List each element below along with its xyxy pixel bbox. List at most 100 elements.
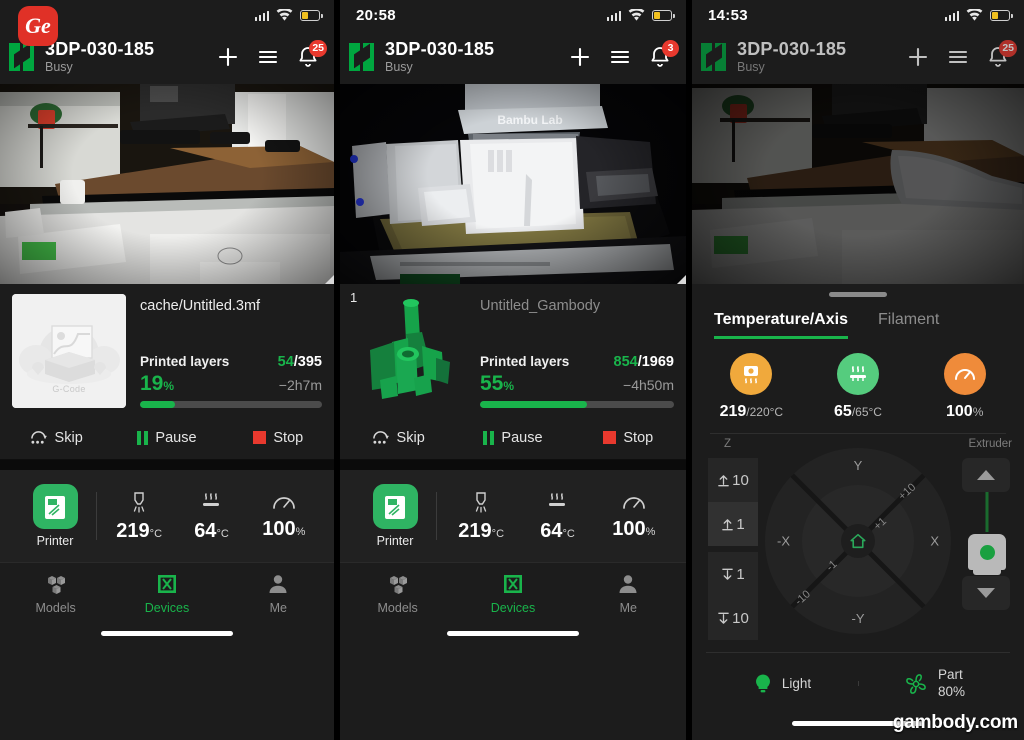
extruder-up-button[interactable] — [962, 458, 1010, 492]
status-clock: 20:58 — [356, 6, 396, 24]
notification-badge: 25 — [309, 40, 327, 57]
add-button[interactable] — [906, 45, 930, 69]
job-file-name: Untitled_Gambody — [480, 298, 601, 314]
menu-button[interactable] — [608, 45, 632, 69]
pause-button[interactable]: Pause — [455, 430, 570, 446]
printer-button[interactable]: Printer — [14, 484, 96, 548]
app-header: 3DP-030-185 Busy 25 — [692, 30, 1024, 84]
tab-me[interactable]: Me — [223, 572, 334, 615]
camera-resize-corner[interactable] — [325, 275, 334, 284]
phone-panel-2: 20:58 3DP-030-185 Busy 3 1 Untitled_Gamb… — [340, 0, 686, 740]
arrow-up-line-icon — [718, 474, 729, 486]
tab-devices[interactable]: Devices — [455, 572, 570, 615]
stats-bar: Printer 219°C 64°C 100% — [340, 470, 686, 562]
stat-speed[interactable]: 100% — [596, 491, 672, 541]
z-up-1-label: 1 — [736, 515, 745, 533]
dial-nozzle[interactable]: 219/220°C — [698, 353, 805, 421]
skip-button[interactable]: Skip — [0, 430, 111, 446]
camera-view[interactable]: Bambu Lab — [340, 84, 686, 284]
device-state: Busy — [737, 59, 765, 74]
add-button[interactable] — [216, 45, 240, 69]
job-layers-value: 854/1969 — [614, 354, 675, 370]
tab-me-label: Me — [619, 601, 637, 615]
stat-bed[interactable]: 64°C — [519, 491, 595, 541]
jog-y-plus-label: Y — [853, 458, 863, 473]
menu-button[interactable] — [256, 45, 280, 69]
home-axis-button[interactable] — [841, 524, 875, 558]
notification-badge: 25 — [999, 40, 1017, 57]
extruder-down-button[interactable] — [962, 576, 1010, 610]
job-actions: Skip Pause Stop — [0, 416, 334, 460]
camera-view[interactable] — [0, 84, 334, 284]
device-title-block[interactable]: 3DP-030-185 Busy — [737, 39, 906, 75]
pause-label: Pause — [155, 429, 197, 446]
fan-icon — [906, 673, 926, 694]
stat-bed-value: 64°C — [540, 520, 575, 542]
stat-bed[interactable]: 64°C — [175, 491, 247, 541]
tab-devices[interactable]: Devices — [111, 572, 222, 615]
job-thumbnail[interactable] — [352, 294, 466, 408]
part-fan-control[interactable]: Part 80% — [858, 667, 1010, 701]
stop-label: Stop — [623, 429, 654, 446]
bambu-logo-icon — [700, 43, 728, 71]
tab-models-label: Models — [35, 601, 76, 615]
job-thumbnail[interactable]: G-Code — [12, 294, 126, 408]
job-layers-row: Printed layers 54/395 — [140, 354, 322, 370]
menu-button[interactable] — [946, 45, 970, 69]
model-preview-icon — [370, 299, 450, 399]
tab-temperature-axis[interactable]: Temperature/Axis — [714, 311, 848, 339]
device-title-block[interactable]: 3DP-030-185 Busy — [45, 39, 216, 75]
fan-label-block: Part 80% — [938, 667, 965, 701]
xy-jog-pad[interactable]: Y -Y X -X +10 +1 -1 -10 — [765, 448, 951, 634]
extruder-nozzle-icon — [962, 492, 1012, 575]
status-bar: 14:53 — [692, 0, 1024, 30]
light-toggle[interactable]: Light — [706, 673, 858, 695]
home-icon — [850, 533, 866, 549]
z-down-1-button[interactable]: 1 — [708, 552, 758, 596]
clipboard-icon — [45, 495, 65, 519]
wifi-icon — [966, 8, 983, 21]
tab-filament[interactable]: Filament — [878, 311, 939, 339]
stats-separator — [0, 460, 334, 470]
device-title-block[interactable]: 3DP-030-185 Busy — [385, 39, 568, 75]
header-actions: 25 — [906, 40, 1017, 69]
job-layers-row: Printed layers 854/1969 — [480, 354, 674, 370]
camera-resize-corner[interactable] — [677, 275, 686, 284]
job-card: 1 Untitled_Gambody Printed layers 854/19… — [340, 284, 686, 408]
stat-speed[interactable]: 100% — [248, 491, 320, 541]
add-button[interactable] — [568, 45, 592, 69]
z-down-10-button[interactable]: 10 — [708, 596, 758, 640]
stat-cells: 219°C 64°C 100% — [103, 491, 320, 541]
z-up-10-button[interactable]: 10 — [708, 458, 758, 502]
notifications-button[interactable]: 25 — [986, 40, 1017, 69]
cellular-signal-icon — [254, 10, 269, 21]
printer-label: Printer — [376, 534, 414, 548]
bed-heat-icon — [549, 493, 566, 506]
stat-cells: 219°C 64°C 100% — [443, 491, 672, 541]
printer-button[interactable]: Printer — [354, 484, 436, 548]
tab-models[interactable]: Models — [340, 572, 455, 615]
dial-bed[interactable]: 65/65°C — [805, 353, 912, 421]
pause-button[interactable]: Pause — [111, 430, 222, 446]
tab-models[interactable]: Models — [0, 572, 111, 615]
stop-button[interactable]: Stop — [571, 430, 686, 446]
tab-me[interactable]: Me — [571, 572, 686, 615]
z-up-1-button[interactable]: 1 — [708, 502, 758, 546]
skip-icon — [30, 431, 47, 444]
job-layers-current: 854 — [613, 354, 638, 370]
stat-nozzle[interactable]: 219°C — [103, 491, 175, 541]
skip-button[interactable]: Skip — [340, 430, 455, 446]
dial-speed[interactable]: 100% — [911, 353, 1018, 421]
home-indicator — [340, 624, 686, 642]
bed-temp-icon — [837, 353, 879, 395]
camera-vignette — [692, 84, 1024, 284]
stat-nozzle[interactable]: 219°C — [443, 491, 519, 541]
notifications-button[interactable]: 25 — [296, 40, 327, 69]
notifications-button[interactable]: 3 — [648, 40, 679, 69]
stats-divider — [96, 492, 97, 540]
stop-button[interactable]: Stop — [223, 430, 334, 446]
extruder-column — [962, 458, 1012, 610]
z-button-column: 10 1 1 10 — [708, 458, 758, 640]
camera-view[interactable] — [692, 84, 1024, 284]
cellular-signal-icon — [944, 10, 959, 21]
